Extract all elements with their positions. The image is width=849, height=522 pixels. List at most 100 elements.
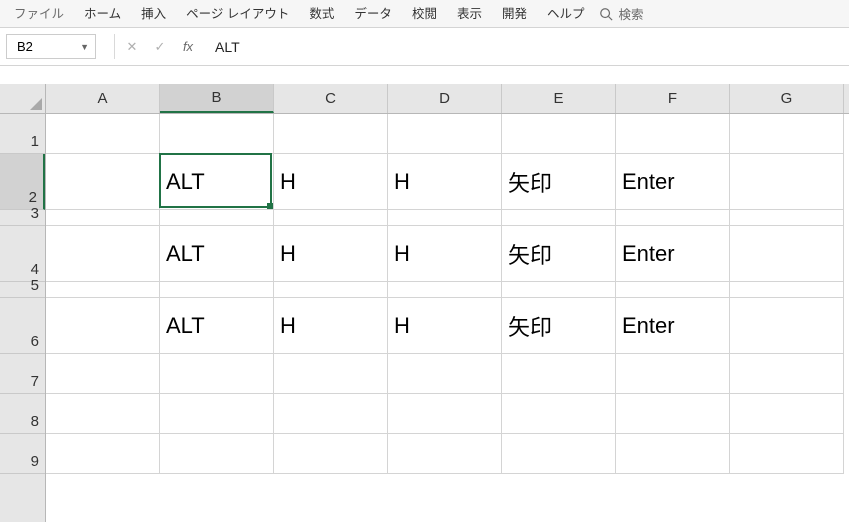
cell-C5[interactable] (274, 282, 388, 298)
tab-review[interactable]: 校閲 (402, 0, 447, 28)
cell-E7[interactable] (502, 354, 616, 394)
cell-B1[interactable] (160, 114, 274, 154)
cell-D4[interactable]: H (388, 226, 502, 282)
cell-G9[interactable] (730, 434, 844, 474)
tab-data[interactable]: データ (344, 0, 402, 28)
cell-A4[interactable] (46, 226, 160, 282)
cell-D3[interactable] (388, 210, 502, 226)
cell-G3[interactable] (730, 210, 844, 226)
cell-F7[interactable] (616, 354, 730, 394)
cell-F9[interactable] (616, 434, 730, 474)
row-header-2[interactable]: 2 (0, 154, 45, 210)
cell-A2[interactable] (46, 154, 160, 210)
cell-G2[interactable] (730, 154, 844, 210)
column-header-F[interactable]: F (616, 84, 730, 113)
cell-D1[interactable] (388, 114, 502, 154)
cell-A6[interactable] (46, 298, 160, 354)
tab-developer[interactable]: 開発 (492, 0, 537, 28)
row-header-1[interactable]: 1 (0, 114, 45, 154)
cell-E3[interactable] (502, 210, 616, 226)
cell-A8[interactable] (46, 394, 160, 434)
column-header-B[interactable]: B (160, 84, 274, 113)
formula-enter-button[interactable]: ✓ (151, 38, 169, 56)
tell-me-search[interactable]: 検索 (599, 4, 644, 23)
cell-C1[interactable] (274, 114, 388, 154)
cell-G8[interactable] (730, 394, 844, 434)
column-header-G[interactable]: G (730, 84, 844, 113)
cell-B8[interactable] (160, 394, 274, 434)
cell-B4[interactable]: ALT (160, 226, 274, 282)
row-header-8[interactable]: 8 (0, 394, 45, 434)
tab-home[interactable]: ホーム (74, 0, 131, 28)
tab-help[interactable]: ヘルプ (537, 0, 595, 28)
cell-A1[interactable] (46, 114, 160, 154)
column-header-E[interactable]: E (502, 84, 616, 113)
cell-E5[interactable] (502, 282, 616, 298)
cell-B2[interactable]: ALT (160, 154, 274, 210)
select-all-corner[interactable] (0, 84, 46, 114)
insert-function-button[interactable]: fx (179, 38, 197, 56)
cell-A5[interactable] (46, 282, 160, 298)
tab-insert[interactable]: 挿入 (131, 0, 176, 28)
cell-C6[interactable]: H (274, 298, 388, 354)
formula-cancel-button[interactable]: ✕ (123, 38, 141, 56)
cell-A7[interactable] (46, 354, 160, 394)
cell-D6[interactable]: H (388, 298, 502, 354)
cell-F2[interactable]: Enter (616, 154, 730, 210)
cell-F3[interactable] (616, 210, 730, 226)
table-row (46, 394, 849, 434)
cell-G5[interactable] (730, 282, 844, 298)
cell-F8[interactable] (616, 394, 730, 434)
row-header-5[interactable]: 5 (0, 282, 45, 298)
cell-C8[interactable] (274, 394, 388, 434)
cell-F5[interactable] (616, 282, 730, 298)
cell-D7[interactable] (388, 354, 502, 394)
cell-F1[interactable] (616, 114, 730, 154)
tab-view[interactable]: 表示 (447, 0, 492, 28)
cell-C3[interactable] (274, 210, 388, 226)
cell-C2[interactable]: H (274, 154, 388, 210)
cell-F4[interactable]: Enter (616, 226, 730, 282)
cell-E4[interactable]: 矢印 (502, 226, 616, 282)
cell-E1[interactable] (502, 114, 616, 154)
cell-C7[interactable] (274, 354, 388, 394)
cell-B6[interactable]: ALT (160, 298, 274, 354)
cell-F6[interactable]: Enter (616, 298, 730, 354)
name-box-dropdown-icon[interactable]: ▼ (80, 42, 89, 52)
row-header-6[interactable]: 6 (0, 298, 45, 354)
cell-A3[interactable] (46, 210, 160, 226)
cell-G7[interactable] (730, 354, 844, 394)
cell-G6[interactable] (730, 298, 844, 354)
cell-D5[interactable] (388, 282, 502, 298)
spreadsheet-grid: ABCDEFG 123456789 ALTHH矢印EnterALTHH矢印Ent… (0, 84, 849, 522)
row-header-3[interactable]: 3 (0, 210, 45, 226)
column-header-C[interactable]: C (274, 84, 388, 113)
row-header-7[interactable]: 7 (0, 354, 45, 394)
cell-B5[interactable] (160, 282, 274, 298)
cell-B3[interactable] (160, 210, 274, 226)
cell-B9[interactable] (160, 434, 274, 474)
formula-input[interactable]: ALT (205, 34, 843, 59)
cell-D9[interactable] (388, 434, 502, 474)
tab-page-layout[interactable]: ページ レイアウト (176, 0, 299, 28)
cell-E2[interactable]: 矢印 (502, 154, 616, 210)
name-box[interactable]: B2 ▼ (6, 34, 96, 59)
cell-C9[interactable] (274, 434, 388, 474)
cell-D8[interactable] (388, 394, 502, 434)
cell-E8[interactable] (502, 394, 616, 434)
cell-C4[interactable]: H (274, 226, 388, 282)
column-header-D[interactable]: D (388, 84, 502, 113)
cell-G4[interactable] (730, 226, 844, 282)
cell-E9[interactable] (502, 434, 616, 474)
cell-A9[interactable] (46, 434, 160, 474)
cell-B7[interactable] (160, 354, 274, 394)
cell-G1[interactable] (730, 114, 844, 154)
row-header-9[interactable]: 9 (0, 434, 45, 474)
tab-formulas[interactable]: 数式 (299, 0, 344, 28)
row-header-4[interactable]: 4 (0, 226, 45, 282)
cell-E6[interactable]: 矢印 (502, 298, 616, 354)
table-row: ALTHH矢印Enter (46, 154, 849, 210)
column-header-A[interactable]: A (46, 84, 160, 113)
cell-D2[interactable]: H (388, 154, 502, 210)
tab-file[interactable]: ファイル (4, 0, 74, 28)
